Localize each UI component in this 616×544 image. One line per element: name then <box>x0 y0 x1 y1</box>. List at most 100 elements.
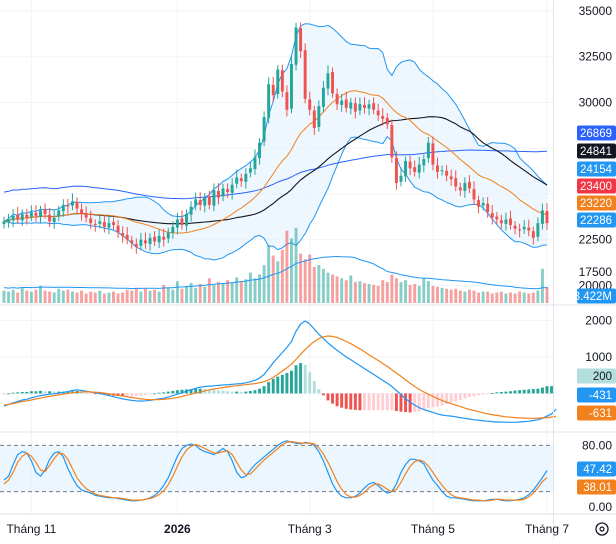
candle-body[interactable] <box>285 92 289 110</box>
candle-body[interactable] <box>52 217 56 223</box>
macd-histogram-bar[interactable] <box>504 391 508 394</box>
volume-bar[interactable] <box>436 286 439 303</box>
macd-histogram-bar[interactable] <box>216 390 220 394</box>
candle-body[interactable] <box>513 225 517 229</box>
chart-workspace[interactable]: 3500032500300002750022500200001750020001… <box>0 0 616 539</box>
candle-body[interactable] <box>267 84 271 118</box>
macd-histogram-bar[interactable] <box>16 392 20 394</box>
macd-histogram-bar[interactable] <box>376 393 380 411</box>
candle-body[interactable] <box>198 200 202 205</box>
volume-bar[interactable] <box>107 292 111 303</box>
candle-body[interactable] <box>148 237 152 245</box>
volume-bar[interactable] <box>70 291 74 303</box>
volume-bar[interactable] <box>121 292 125 303</box>
candle-body[interactable] <box>363 105 366 108</box>
volume-bar[interactable] <box>180 288 184 303</box>
candle-body[interactable] <box>467 181 471 189</box>
candle-body[interactable] <box>540 210 544 224</box>
macd-histogram-bar[interactable] <box>303 364 307 394</box>
volume-bar[interactable] <box>312 266 316 303</box>
candle-body[interactable] <box>189 206 193 215</box>
macd-histogram-bar[interactable] <box>536 388 540 394</box>
macd-histogram-bar[interactable] <box>148 393 152 395</box>
volume-bar[interactable] <box>25 290 29 303</box>
candle-body[interactable] <box>84 212 88 218</box>
candle-body[interactable] <box>545 211 549 224</box>
candle-body[interactable] <box>43 209 47 215</box>
candle-body[interactable] <box>248 168 252 173</box>
macd-histogram-bar[interactable] <box>139 393 143 396</box>
candle-body[interactable] <box>417 164 421 173</box>
macd-histogram-bar[interactable] <box>540 387 544 394</box>
macd-histogram-bar[interactable] <box>171 390 175 394</box>
volume-bar[interactable] <box>221 284 225 303</box>
volume-bar[interactable] <box>317 265 321 303</box>
candle-body[interactable] <box>376 110 380 116</box>
macd-histogram-bar[interactable] <box>212 390 216 394</box>
candle-body[interactable] <box>271 84 275 96</box>
volume-bar[interactable] <box>143 288 147 303</box>
macd-histogram-bar[interactable] <box>467 393 471 398</box>
macd-histogram-bar[interactable] <box>244 391 248 394</box>
candle-body[interactable] <box>404 160 408 177</box>
macd-histogram-bar[interactable] <box>166 391 170 394</box>
volume-bar[interactable] <box>57 288 61 303</box>
volume-bar[interactable] <box>467 289 471 303</box>
volume-bar[interactable] <box>431 285 435 303</box>
candle-body[interactable] <box>299 28 303 52</box>
macd-histogram-bar[interactable] <box>436 393 439 407</box>
volume-bar[interactable] <box>289 238 293 303</box>
candle-body[interactable] <box>294 27 298 65</box>
volume-bar[interactable] <box>426 281 430 303</box>
macd-panel[interactable] <box>0 319 557 423</box>
volume-bar[interactable] <box>248 272 252 303</box>
settings-button[interactable] <box>595 522 609 536</box>
candle-body[interactable] <box>463 182 467 191</box>
volume-bar[interactable] <box>212 284 216 303</box>
volume-bar[interactable] <box>157 291 161 303</box>
volume-bar[interactable] <box>449 289 453 303</box>
macd-histogram-bar[interactable] <box>299 363 303 394</box>
volume-bar[interactable] <box>253 278 257 303</box>
candle-body[interactable] <box>171 226 175 234</box>
volume-bar[interactable] <box>52 292 56 303</box>
macd-histogram-bar[interactable] <box>48 391 52 394</box>
candle-body[interactable] <box>317 106 321 127</box>
macd-histogram-bar[interactable] <box>363 393 366 411</box>
macd-histogram-bar[interactable] <box>285 372 289 394</box>
macd-histogram-bar[interactable] <box>262 386 266 394</box>
candle-body[interactable] <box>344 99 348 108</box>
candle-body[interactable] <box>303 50 307 99</box>
candle-body[interactable] <box>157 235 161 243</box>
macd-histogram-bar[interactable] <box>289 370 293 394</box>
macd-histogram-bar[interactable] <box>509 391 512 394</box>
candle-body[interactable] <box>385 117 389 125</box>
candle-body[interactable] <box>166 232 170 239</box>
candle-body[interactable] <box>226 189 230 193</box>
volume-bar[interactable] <box>80 290 84 303</box>
volume-bar[interactable] <box>75 292 79 303</box>
macd-histogram-bar[interactable] <box>20 391 24 394</box>
candle-body[interactable] <box>335 94 339 105</box>
candle-body[interactable] <box>98 221 102 224</box>
candle-body[interactable] <box>308 99 312 110</box>
candle-body[interactable] <box>518 229 522 231</box>
candle-body[interactable] <box>66 205 70 207</box>
macd-histogram-bar[interactable] <box>372 393 376 411</box>
volume-bar[interactable] <box>148 290 152 303</box>
candle-body[interactable] <box>422 159 426 166</box>
volume-bar[interactable] <box>527 293 531 304</box>
volume-bar[interactable] <box>93 292 97 303</box>
volume-bar[interactable] <box>299 253 303 303</box>
volume-bar[interactable] <box>463 291 467 303</box>
candle-body[interactable] <box>143 240 147 244</box>
candle-body[interactable] <box>116 225 120 233</box>
macd-histogram-bar[interactable] <box>390 393 394 411</box>
macd-histogram-bar[interactable] <box>349 393 353 410</box>
candle-body[interactable] <box>449 176 453 180</box>
volume-bar[interactable] <box>203 286 207 303</box>
candle-body[interactable] <box>349 102 353 109</box>
volume-bar[interactable] <box>230 283 234 303</box>
volume-bar[interactable] <box>34 289 38 303</box>
candle-body[interactable] <box>153 236 157 242</box>
